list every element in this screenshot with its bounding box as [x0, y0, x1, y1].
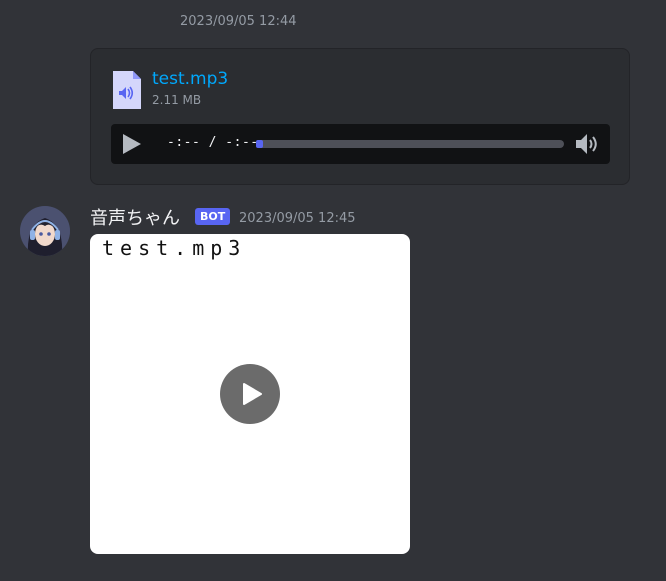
- audio-player: -:-- / -:--: [111, 124, 610, 164]
- volume-icon[interactable]: [574, 132, 602, 156]
- file-name-link[interactable]: test.mp3: [152, 69, 228, 89]
- avatar-image: [20, 206, 70, 256]
- message-timestamp: 2023/09/05 12:44: [180, 14, 297, 29]
- avatar[interactable]: [20, 206, 70, 256]
- username[interactable]: 音声ちゃん: [90, 204, 180, 230]
- video-embed[interactable]: test.mp3: [90, 234, 410, 554]
- bot-badge: BOT: [195, 208, 231, 225]
- video-play-button[interactable]: [220, 364, 280, 424]
- progress-bar[interactable]: [256, 140, 564, 148]
- video-caption: test.mp3: [102, 236, 247, 260]
- audio-file-icon: [113, 71, 141, 109]
- progress-knob[interactable]: [256, 140, 263, 148]
- playback-time: -:-- / -:--: [167, 135, 259, 150]
- file-size: 2.11 MB: [152, 93, 202, 107]
- play-icon[interactable]: [119, 133, 143, 155]
- audio-attachment: test.mp3 2.11 MB -:-- / -:--: [90, 48, 630, 185]
- play-icon: [243, 383, 262, 405]
- message-timestamp: 2023/09/05 12:45: [239, 211, 356, 226]
